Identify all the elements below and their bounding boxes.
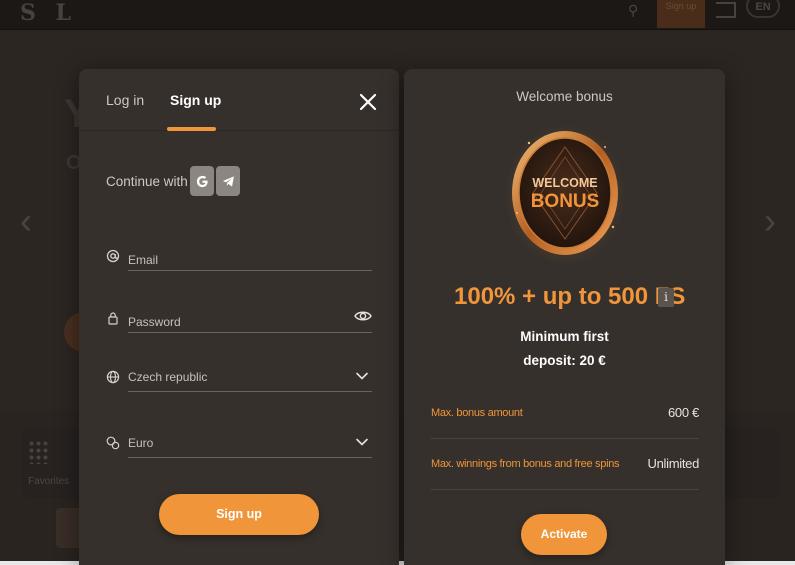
auth-tabs: Log in Sign up (79, 69, 399, 131)
google-login-button[interactable] (190, 166, 214, 196)
active-tab-indicator (167, 127, 216, 131)
bonus-info-label: Max. winnings from bonus and free spins (431, 458, 620, 470)
site-header: S L ⚲ Sign up EN (0, 0, 795, 30)
close-icon (359, 93, 377, 111)
tab-login[interactable]: Log in (106, 92, 144, 108)
min-deposit-line2: deposit: 20 € (523, 353, 606, 368)
signup-submit-button[interactable]: Sign up (159, 494, 319, 535)
welcome-bonus-coin-image: WELCOME BONUS (505, 125, 625, 265)
login-icon (716, 2, 736, 18)
bonus-heading: Welcome bonus (516, 89, 613, 104)
grid-icon (28, 440, 48, 464)
password-field-group (106, 307, 372, 333)
tab-signup[interactable]: Sign up (170, 92, 221, 108)
continue-with-label: Continue with (106, 174, 188, 189)
google-icon (196, 175, 208, 187)
chevron-right-icon: › (764, 200, 776, 241)
lock-icon (108, 312, 118, 325)
chevron-down-icon[interactable] (356, 372, 368, 380)
bonus-info-label: Max. bonus amount (431, 407, 523, 419)
bonus-info-value: 600 € (667, 405, 699, 420)
country-select[interactable]: Czech republic (106, 366, 372, 392)
telegram-icon (222, 175, 234, 187)
welcome-bonus-panel: Welcome bonus WELCOME BONUS 100% + up to… (404, 69, 725, 565)
coin-label-bottom: BONUS (531, 191, 600, 212)
min-deposit-text: Minimum first deposit: 20 € (404, 325, 725, 373)
category-card (722, 428, 780, 498)
min-deposit-line1: Minimum first (520, 329, 609, 344)
info-icon[interactable]: i (658, 288, 674, 307)
currency-value: Euro (128, 436, 154, 450)
chevron-down-icon[interactable] (356, 438, 368, 446)
language-selector: EN (746, 0, 780, 18)
globe-icon (106, 370, 120, 384)
bonus-info-value: Unlimited (647, 456, 700, 471)
password-input[interactable] (128, 307, 372, 333)
at-sign-icon (106, 249, 120, 263)
site-logo: S L (20, 0, 78, 26)
eye-icon[interactable] (354, 309, 372, 323)
currency-select[interactable]: Euro (106, 432, 372, 458)
email-field-group (106, 245, 372, 271)
field-underline (128, 457, 372, 458)
chevron-left-icon: ‹ (20, 200, 32, 241)
category-label: Favorites (28, 476, 70, 487)
country-value: Czech republic (128, 370, 208, 384)
close-button[interactable] (357, 91, 379, 113)
currency-exchange-icon (106, 436, 120, 450)
coin-label-top: WELCOME (532, 176, 597, 190)
bonus-info-row: Max. bonus amount 600 € (431, 389, 699, 439)
field-underline (128, 391, 372, 392)
telegram-login-button[interactable] (216, 166, 240, 196)
email-input[interactable] (128, 245, 372, 271)
bonus-offer: 100% + up to 500 FS (454, 283, 686, 310)
signup-panel: Log in Sign up Continue with Email Czech… (79, 69, 399, 565)
activate-bonus-button[interactable]: Activate (521, 514, 607, 555)
bonus-info-row: Max. winnings from bonus and free spins … (431, 440, 699, 490)
search-icon: ⚲ (628, 2, 639, 18)
header-signup-button: Sign up (657, 0, 705, 28)
